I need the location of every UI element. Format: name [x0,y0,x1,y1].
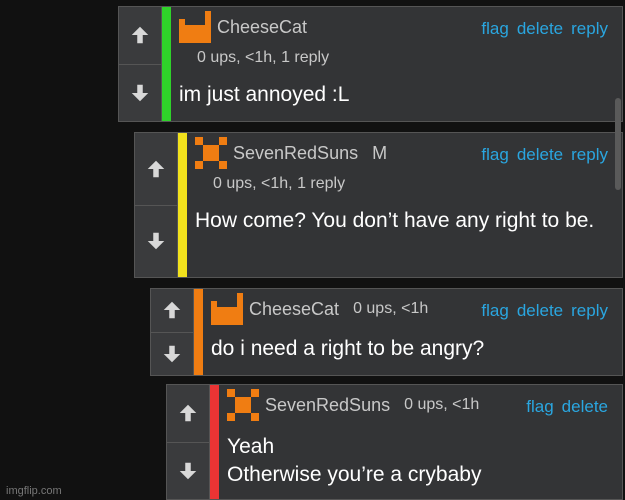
upvote-button[interactable] [119,7,161,64]
thread-depth-bar [162,7,171,121]
comment-text-line-2: Otherwise you’re a crybaby [227,463,482,486]
comment-meta: 0 ups, <1h [404,396,480,413]
flag-link[interactable]: flag [481,301,508,321]
moderator-badge: M [372,142,388,163]
delete-link[interactable]: delete [517,301,563,321]
comment-actions: flag delete reply [481,145,608,165]
arrow-down-icon [163,345,181,362]
reply-link[interactable]: reply [571,301,608,321]
flag-link[interactable]: flag [481,19,508,39]
comment-text: do i need a right to be angry? [211,337,485,360]
comment-actions: flag delete reply [481,301,608,321]
vote-controls [167,385,210,499]
pixel-x-avatar-icon[interactable] [195,137,227,169]
reply-link[interactable]: reply [571,145,608,165]
comment-text: How come? You don’t have any right to be… [195,209,595,232]
comment-body: SevenRedSuns M flag delete reply 0 ups, … [187,133,622,277]
comment-text: im just annoyed :L [179,83,350,106]
vote-controls [119,7,162,121]
flag-link[interactable]: flag [481,145,508,165]
watermark: imgflip.com [6,485,62,497]
thread-depth-bar [210,385,219,499]
downvote-button[interactable] [135,204,177,277]
arrow-up-icon [147,160,165,177]
comment-body: CheeseCat 0 ups, <1h flag delete reply d… [203,289,622,375]
username[interactable]: CheeseCat [217,17,307,38]
comment-text-line-1: Yeah [227,435,275,458]
upvote-button[interactable] [167,385,209,442]
arrow-down-icon [179,462,197,479]
upvote-button[interactable] [151,289,193,332]
arrow-down-icon [147,233,165,250]
comment-2: SevenRedSuns M flag delete reply 0 ups, … [134,132,623,278]
comment-actions: flag delete [526,397,608,417]
username[interactable]: SevenRedSuns [233,143,358,164]
downvote-button[interactable] [151,331,193,375]
delete-link[interactable]: delete [517,145,563,165]
comment-meta: 0 ups, <1h, 1 reply [197,49,330,66]
flag-link[interactable]: flag [526,397,553,417]
delete-link[interactable]: delete [562,397,608,417]
comment-actions: flag delete reply [481,19,608,39]
scrollbar[interactable] [615,98,621,190]
upvote-button[interactable] [135,133,177,205]
username[interactable]: SevenRedSuns [265,395,390,416]
arrow-up-icon [179,405,197,422]
comment-meta: 0 ups, <1h, 1 reply [213,175,346,192]
username[interactable]: CheeseCat [249,299,339,320]
downvote-button[interactable] [167,441,209,499]
comment-meta: 0 ups, <1h [353,300,429,317]
delete-link[interactable]: delete [517,19,563,39]
vote-controls [135,133,178,277]
comment-1: CheeseCat flag delete reply 0 ups, <1h, … [118,6,623,122]
reply-link[interactable]: reply [571,19,608,39]
arrow-up-icon [131,27,149,44]
comment-thread: CheeseCat flag delete reply 0 ups, <1h, … [0,0,625,500]
pixel-x-avatar-icon[interactable] [227,389,259,421]
comment-4: SevenRedSuns 0 ups, <1h flag delete Yeah… [166,384,623,500]
cat-avatar-icon[interactable] [179,11,211,43]
arrow-down-icon [131,84,149,101]
vote-controls [151,289,194,375]
downvote-button[interactable] [119,63,161,121]
comment-3: CheeseCat 0 ups, <1h flag delete reply d… [150,288,623,376]
thread-depth-bar [194,289,203,375]
cat-avatar-icon[interactable] [211,293,243,325]
comment-body: CheeseCat flag delete reply 0 ups, <1h, … [171,7,622,121]
comment-body: SevenRedSuns 0 ups, <1h flag delete Yeah… [219,385,622,499]
arrow-up-icon [163,302,181,319]
thread-depth-bar [178,133,187,277]
